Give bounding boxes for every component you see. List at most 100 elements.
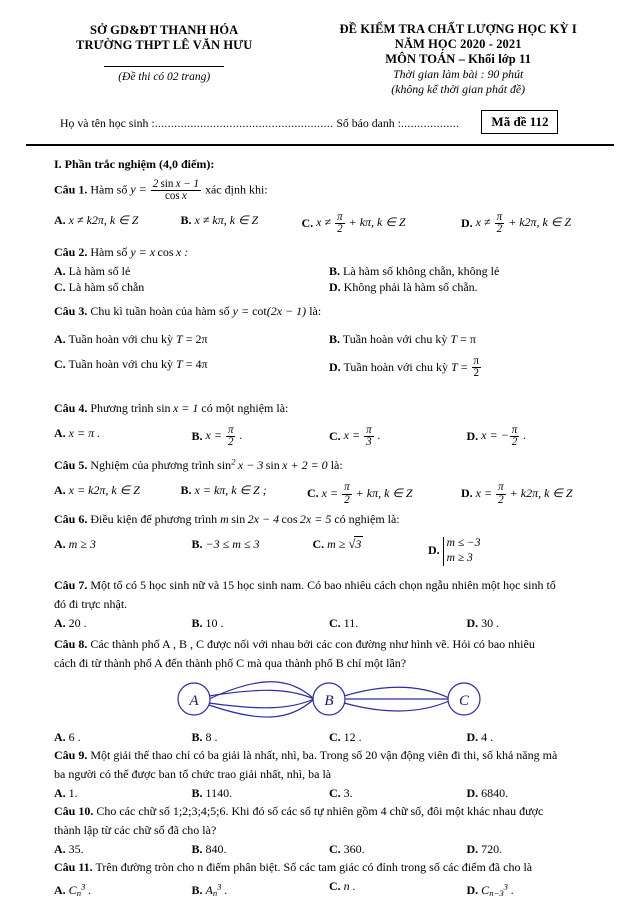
question-6-option-d[interactable]: D. m ≤ −3 m ≥ 3 [428, 536, 604, 566]
question-4-stem: Câu 4. Phương trình sin x = 1 có một ngh… [54, 400, 604, 416]
question-8-option-d[interactable]: D. 4 . [467, 729, 605, 745]
question-11-options: A. Cn3 . B. An3 . C. n . D. Cn−33 . [54, 878, 604, 901]
student-id-field[interactable]: .................. [401, 116, 460, 130]
question-6: Câu 6. Điều kiện để phương trình m sin 2… [54, 511, 604, 566]
question-8-text-line2: cách đi từ thành phố A đến thành phố C m… [54, 656, 407, 671]
question-9-option-a[interactable]: A. 1. [54, 785, 192, 801]
question-2-option-a[interactable]: A. Là hàm số lẻ [54, 263, 329, 279]
question-6-options: A. m ≥ 3 B. −3 ≤ m ≤ 3 C. m ≥ √3 D. m ≤ … [54, 536, 604, 566]
question-7-option-c[interactable]: C. 11. [329, 615, 467, 631]
edge-ab-2 [208, 689, 315, 700]
question-2-option-c[interactable]: C. Là hàm số chẵn [54, 279, 329, 295]
question-8-text-line1: Các thành phố A , B , C được nối với nha… [90, 637, 535, 652]
question-3-option-b[interactable]: B. Tuần hoàn với chu kỳ T = π [329, 331, 604, 347]
edge-bc-1 [343, 686, 450, 699]
question-11-stem: Câu 11. Trên đường tròn cho n điểm phân … [54, 859, 604, 875]
question-4-formula: sin x = 1 [156, 400, 199, 415]
exam-title: ĐỀ KIỂM TRA CHẤT LƯỢNG HỌC KỲ I [339, 22, 577, 36]
question-5-option-a[interactable]: A. x = k2π, k ∈ Z [54, 482, 181, 506]
header-separator [26, 144, 614, 146]
question-3-text-after: là: [309, 303, 322, 318]
question-4-option-c[interactable]: C. x = π3 . [329, 424, 467, 449]
question-7-number: Câu 7. [54, 578, 88, 593]
question-7-option-b[interactable]: B. 10 . [192, 615, 330, 631]
question-6-option-b[interactable]: B. −3 ≤ m ≤ 3 [192, 536, 313, 566]
question-5-options: A. x = k2π, k ∈ Z B. x = kπ, k ∈ Z ; C. … [54, 481, 604, 506]
question-5-text: Nghiệm của phương trình [90, 458, 215, 473]
question-10-option-d[interactable]: D. 720. [467, 841, 605, 857]
student-name-field[interactable]: ........................................… [155, 116, 334, 130]
question-11-option-c[interactable]: C. n . [329, 878, 467, 901]
question-10: Câu 10. Cho các chữ số 1;2;3;4;5;6. Khi … [54, 803, 604, 857]
question-4-text-after: có một nghiệm là: [201, 400, 289, 415]
header-divider-rule [104, 66, 225, 67]
question-4-option-a[interactable]: A. x = π . [54, 425, 192, 449]
question-1-option-d[interactable]: D. x ≠ π2 + k2π, k ∈ Z [461, 211, 604, 236]
question-6-number: Câu 6. [54, 512, 88, 527]
question-3-option-c[interactable]: C. Tuần hoàn với chu kỳ T = 4π [54, 356, 329, 380]
question-1-text-after: xác định khi: [204, 182, 268, 197]
node-c-label: C [459, 693, 470, 709]
question-5-formula: sin2 x − 3 sin x + 2 = 0 [217, 456, 328, 473]
question-7: Câu 7. Một tổ có 5 học sinh nữ và 15 học… [54, 577, 604, 631]
graph-svg: A B C [177, 681, 481, 718]
question-5: Câu 5. Nghiệm của phương trình sin2 x − … [54, 453, 604, 506]
exam-duration: Thời gian làm bài : 90 phút [393, 67, 524, 81]
question-5-option-b[interactable]: B. x = kπ, k ∈ Z ; [181, 482, 308, 506]
question-2-number: Câu 2. [54, 244, 88, 259]
question-9-option-c[interactable]: C. 3. [329, 785, 467, 801]
question-5-stem: Câu 5. Nghiệm của phương trình sin2 x − … [54, 453, 604, 473]
question-10-option-a[interactable]: A. 35. [54, 841, 192, 857]
question-11-number: Câu 11. [54, 860, 93, 875]
question-6-option-a[interactable]: A. m ≥ 3 [54, 536, 192, 566]
question-6-option-c[interactable]: C. m ≥ √3 [313, 536, 429, 566]
question-8-option-b[interactable]: B. 8 . [192, 729, 330, 745]
question-4-option-d[interactable]: D. x = − π 2 . [467, 424, 605, 449]
question-5-option-c[interactable]: C. x = π2 + kπ, k ∈ Z [307, 481, 461, 506]
question-1-number: Câu 1. [54, 182, 88, 197]
question-11-option-b[interactable]: B. An3 . [192, 878, 330, 901]
question-2-stem: Câu 2. Hàm số y = x cos x : [54, 244, 604, 260]
section-title: I. Phần trắc nghiệm (4,0 điểm): [54, 156, 215, 171]
question-2-option-b[interactable]: B. Là hàm số không chẵn, không lẻ [329, 263, 604, 279]
question-1-stem: Câu 1. Hàm số y = 2 sin x − 1 cos x xác đ… [54, 177, 604, 203]
question-5-option-d[interactable]: D. x = π2 + k2π, k ∈ Z [461, 481, 604, 506]
question-4-option-b[interactable]: B. x = π2 . [192, 424, 330, 449]
question-8-options: A. 6 . B. 8 . C. 12 . D. 4 . [54, 729, 604, 745]
question-7-option-d[interactable]: D. 30 . [467, 615, 605, 631]
question-5-text-after: là: [330, 458, 343, 473]
question-8-option-c[interactable]: C. 12 . [329, 729, 467, 745]
question-3-option-a[interactable]: A. Tuần hoàn với chu kỳ T = 2π [54, 331, 329, 347]
question-9-option-b[interactable]: B. 1140. [192, 785, 330, 801]
question-1-option-c[interactable]: C. x ≠ π2 + kπ, k ∈ Z [302, 211, 462, 236]
question-11-option-d[interactable]: D. Cn−33 . [467, 878, 605, 901]
question-2: Câu 2. Hàm số y = x cos x : A. Là hàm số… [54, 244, 604, 295]
cities-graph-figure: A B C [54, 674, 604, 728]
question-6-stem: Câu 6. Điều kiện để phương trình m sin 2… [54, 511, 604, 527]
question-6-formula: m sin 2x − 4 cos 2x = 5 [220, 512, 332, 527]
question-4: Câu 4. Phương trình sin x = 1 có một ngh… [54, 400, 604, 449]
question-6-text: Điều kiện để phương trình [90, 512, 218, 527]
question-8: Câu 8. Các thành phố A , B , C được nối … [54, 636, 604, 745]
question-9-number: Câu 9. [54, 748, 88, 763]
department-name: SỞ GD&ĐT THANH HÓA [90, 23, 239, 37]
question-10-option-c[interactable]: C. 360. [329, 841, 467, 857]
question-3-stem: Câu 3. Chu kì tuần hoàn của hàm số y = c… [54, 303, 604, 319]
question-9-option-d[interactable]: D. 6840. [467, 785, 605, 801]
question-3: Câu 3. Chu kì tuần hoàn của hàm số y = c… [54, 303, 604, 380]
question-1-option-a[interactable]: A. x ≠ k2π, k ∈ Z [54, 212, 181, 236]
question-8-option-a[interactable]: A. 6 . [54, 729, 192, 745]
question-4-number: Câu 4. [54, 400, 88, 415]
question-1-option-b[interactable]: B. x ≠ kπ, k ∈ Z [181, 212, 302, 236]
question-2-option-d[interactable]: D. Không phải là hàm số chẵn. [329, 279, 604, 295]
question-3-option-d[interactable]: D. Tuần hoàn với chu kỳ T = π2 [329, 355, 604, 380]
question-10-option-b[interactable]: B. 840. [192, 841, 330, 857]
question-7-option-a[interactable]: A. 20 . [54, 615, 192, 631]
brace-icon [442, 536, 444, 566]
question-1-formula: y = 2 sin x − 1 cos x [130, 177, 201, 203]
question-11-option-a[interactable]: A. Cn3 . [54, 878, 192, 901]
student-info-row: Họ và tên học sinh :....................… [26, 110, 614, 134]
question-9-options: A. 1. B. 1140. C. 3. D. 6840. [54, 785, 604, 801]
question-4-text: Phương trình [90, 400, 154, 415]
question-6-brace-row-1: m ≤ −3 [446, 537, 481, 550]
